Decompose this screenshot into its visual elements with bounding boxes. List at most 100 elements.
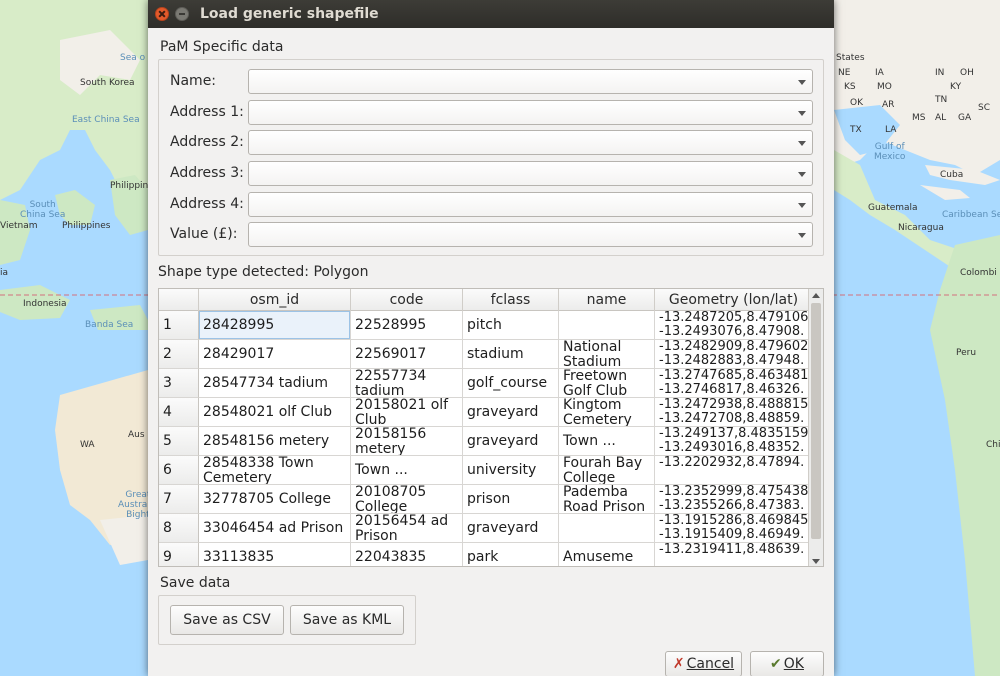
map-label-ms: MS — [912, 113, 926, 123]
cell-code[interactable]: 22043835 — [351, 543, 463, 566]
cell-fclass[interactable]: graveyard — [463, 427, 559, 456]
cell-name[interactable]: National Stadium — [559, 340, 655, 369]
cell-fclass[interactable]: graveyard — [463, 514, 559, 543]
cell-osm-id[interactable]: 28428995 — [199, 311, 351, 340]
table-row[interactable]: 2 28429017 22569017 stadium National Stadium… — [159, 340, 813, 369]
cell-osm-id[interactable]: 33113835 — [199, 543, 351, 566]
cell-name[interactable]: Amuseme — [559, 543, 655, 566]
cell-osm-id[interactable]: 28429017 — [199, 340, 351, 369]
address1-combo[interactable] — [248, 100, 813, 125]
attribute-table[interactable]: osm_id code fclass name Geometry (lon/la… — [158, 288, 824, 567]
table-row[interactable]: 7 32778705 College 20108705 College prison P… — [159, 485, 813, 514]
map-label-philippines: Philippines — [62, 221, 111, 231]
corner-header[interactable] — [159, 289, 199, 311]
map-label-ok: OK — [850, 98, 863, 108]
map-label-gulf-of-mexico: Gulf of Mexico — [874, 142, 906, 162]
table-row[interactable]: 8 33046454 ad Prison 20156454 ad Prison gra… — [159, 514, 813, 543]
cell-osm-id[interactable]: 28548021 olf Club — [199, 398, 351, 427]
table-row[interactable]: 6 28548338 Town Cemetery Town ... universit… — [159, 456, 813, 485]
cell-geometry[interactable]: -13.2482909,8.479602 -13.2482883,8.47948… — [655, 340, 813, 369]
cancel-button[interactable]: ✗ Cancel — [665, 651, 742, 676]
cell-fclass[interactable]: prison — [463, 485, 559, 514]
row-header[interactable]: 7 — [159, 485, 199, 514]
cell-name[interactable]: Pademba Road Prison — [559, 485, 655, 514]
cell-osm-id[interactable]: 28548156 metery — [199, 427, 351, 456]
save-kml-button[interactable]: Save as KML — [290, 605, 404, 635]
column-header-code[interactable]: code — [351, 289, 463, 311]
cell-fclass[interactable]: park — [463, 543, 559, 566]
cell-code[interactable]: 22557734 tadium — [351, 369, 463, 398]
cell-code[interactable]: Town ... — [351, 456, 463, 485]
cell-fclass[interactable]: graveyard — [463, 398, 559, 427]
cell-name[interactable] — [559, 311, 655, 340]
cell-name[interactable] — [559, 514, 655, 543]
row-header[interactable]: 2 — [159, 340, 199, 369]
table-row[interactable]: 9 33113835 22043835 park Amuseme -13.2319411,… — [159, 543, 813, 566]
cell-geometry[interactable]: -13.2487205,8.479106 -13.2493076,8.47908… — [655, 311, 813, 340]
cell-osm-id[interactable]: 32778705 College — [199, 485, 351, 514]
cell-code[interactable]: 22528995 — [351, 311, 463, 340]
cell-osm-id[interactable]: 33046454 ad Prison — [199, 514, 351, 543]
cell-code[interactable]: 20156454 ad Prison — [351, 514, 463, 543]
table-row[interactable]: 3 28547734 tadium 22557734 tadium golf_cour… — [159, 369, 813, 398]
ok-button[interactable]: ✔ OK — [750, 651, 824, 676]
row-header[interactable]: 1 — [159, 311, 199, 340]
cell-osm-id[interactable]: 28547734 tadium — [199, 369, 351, 398]
pam-group-title: PaM Specific data — [160, 39, 284, 55]
table-row[interactable]: 5 28548156 metery 20158156 metery graveyard… — [159, 427, 813, 456]
close-window-button[interactable] — [155, 7, 169, 21]
map-label-mo: MO — [877, 82, 892, 92]
column-header-osm-id[interactable]: osm_id — [199, 289, 351, 311]
cell-geometry[interactable]: -13.249137,8.4835159 -13.2493016,8.48352… — [655, 427, 813, 456]
table-vertical-scrollbar[interactable] — [808, 289, 823, 566]
cell-geometry[interactable]: -13.2352999,8.475438 -13.2355266,8.47383… — [655, 485, 813, 514]
cell-osm-id[interactable]: 28548338 Town Cemetery — [199, 456, 351, 485]
row-header[interactable]: 5 — [159, 427, 199, 456]
pam-group-frame: Name: Address 1: Address 2: Address 3: A… — [158, 59, 824, 256]
cell-name[interactable]: Town ... — [559, 427, 655, 456]
address4-combo[interactable] — [248, 192, 813, 217]
table-row[interactable]: 1 28428995 22528995 pitch -13.2487205,8.4791… — [159, 311, 813, 340]
cell-code[interactable]: 22569017 — [351, 340, 463, 369]
cell-fclass[interactable]: stadium — [463, 340, 559, 369]
map-label-ga: GA — [958, 113, 972, 123]
row-header[interactable]: 9 — [159, 543, 199, 566]
column-header-name[interactable]: name — [559, 289, 655, 311]
column-header-fclass[interactable]: fclass — [463, 289, 559, 311]
scrollbar-thumb[interactable] — [811, 303, 821, 539]
cell-code[interactable]: 20158021 olf Club — [351, 398, 463, 427]
address2-combo[interactable] — [248, 130, 813, 155]
address3-combo[interactable] — [248, 161, 813, 186]
cell-fclass[interactable]: university — [463, 456, 559, 485]
cell-geometry[interactable]: -13.2747685,8.463481 -13.2746817,8.46326… — [655, 369, 813, 398]
save-csv-button[interactable]: Save as CSV — [170, 605, 284, 635]
value-combo[interactable] — [248, 222, 813, 247]
table-row[interactable]: 4 28548021 olf Club 20158021 olf Club grave… — [159, 398, 813, 427]
cell-code[interactable]: 20158156 metery — [351, 427, 463, 456]
address2-label: Address 2: — [170, 134, 244, 150]
scroll-down-arrow-icon[interactable] — [812, 559, 820, 564]
cell-geometry[interactable]: -13.1915286,8.469845 -13.1915409,8.46949… — [655, 514, 813, 543]
map-label-colombi: Colombi — [960, 268, 997, 278]
cell-geometry[interactable]: -13.2472938,8.488815 -13.2472708,8.48859… — [655, 398, 813, 427]
column-header-geometry[interactable]: Geometry (lon/lat) — [655, 289, 813, 311]
name-combo[interactable] — [248, 69, 813, 94]
map-label-ia-left: ia — [0, 268, 9, 278]
map-label-peru: Peru — [956, 348, 977, 358]
title-bar[interactable]: Load generic shapefile — [148, 0, 834, 28]
row-header[interactable]: 8 — [159, 514, 199, 543]
cell-fclass[interactable]: pitch — [463, 311, 559, 340]
row-header[interactable]: 3 — [159, 369, 199, 398]
cell-geometry[interactable]: -13.2319411,8.48639. — [655, 543, 813, 566]
row-header[interactable]: 6 — [159, 456, 199, 485]
map-label-nicaragua: Nicaragua — [898, 223, 944, 233]
cell-name[interactable]: Freetown Golf Club — [559, 369, 655, 398]
scroll-up-arrow-icon[interactable] — [812, 293, 820, 298]
minimize-window-button[interactable] — [175, 7, 189, 21]
cell-code[interactable]: 20108705 College — [351, 485, 463, 514]
cell-name[interactable]: Fourah Bay College — [559, 456, 655, 485]
cell-fclass[interactable]: golf_course — [463, 369, 559, 398]
cell-name[interactable]: Kingtom Cemetery — [559, 398, 655, 427]
row-header[interactable]: 4 — [159, 398, 199, 427]
cell-geometry[interactable]: -13.2202932,8.47894. — [655, 456, 813, 485]
